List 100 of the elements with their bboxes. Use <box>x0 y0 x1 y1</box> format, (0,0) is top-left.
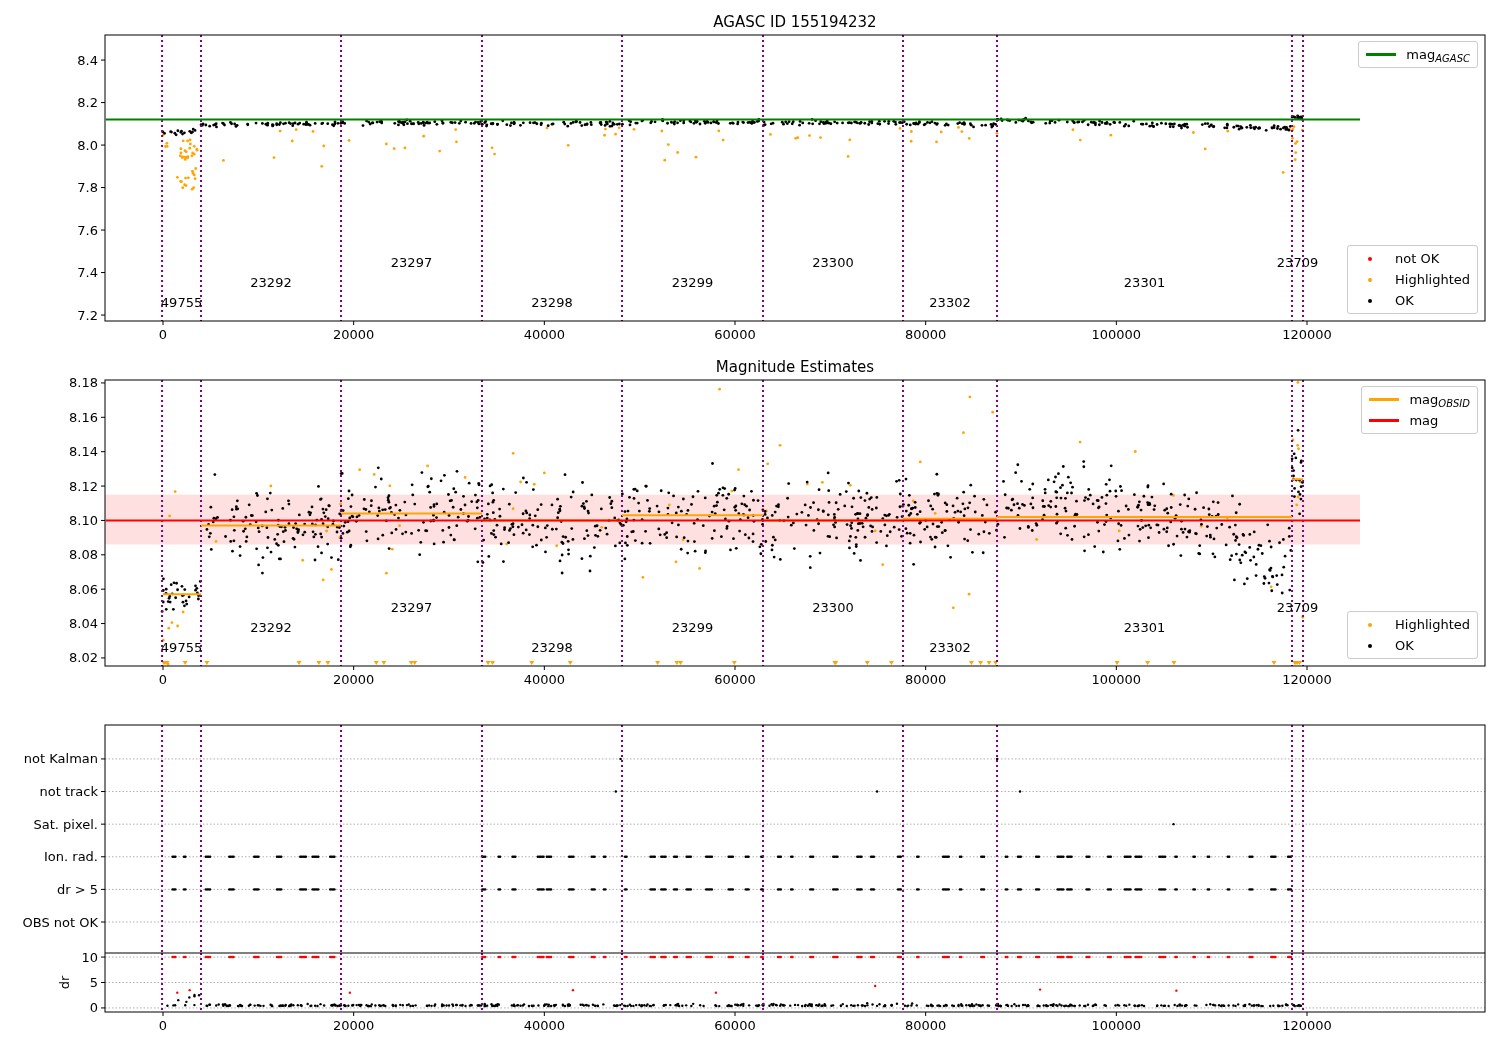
tick-mark <box>162 320 164 326</box>
tick-mark <box>1306 320 1308 326</box>
tick-mark <box>100 272 106 274</box>
obsid-label: 23298 <box>531 295 573 310</box>
x-tick-label: 40000 <box>523 327 565 342</box>
obsid-label: 23302 <box>929 295 971 310</box>
y-tick-label: dr > 5 <box>56 881 98 897</box>
tick-mark <box>100 102 106 104</box>
y-tick-label: 8.2 <box>77 95 98 111</box>
x-tick-label: 80000 <box>905 672 947 687</box>
x-tick-label: 60000 <box>714 327 756 342</box>
chart-title: Magnitude Estimates <box>715 358 875 376</box>
tick-mark <box>1115 320 1117 326</box>
tick-mark <box>162 1011 164 1017</box>
y-tick-label: not Kalman <box>23 751 98 767</box>
x-tick-label: 0 <box>158 672 168 687</box>
legend-label: not OK <box>1395 252 1440 265</box>
tick-mark <box>100 314 106 316</box>
tick-mark <box>353 1011 355 1017</box>
y-tick-label: 8.02 <box>69 650 98 666</box>
tick-mark <box>100 888 106 890</box>
x-tick-label: 120000 <box>1282 672 1332 687</box>
tick-mark <box>100 588 106 590</box>
y-tick-label: 7.8 <box>77 180 98 196</box>
tick-mark <box>100 623 106 625</box>
tick-mark <box>100 921 106 923</box>
tick-mark <box>543 1011 545 1017</box>
legend-label: OK <box>1395 294 1414 307</box>
tick-mark <box>543 665 545 671</box>
tick-mark <box>100 1007 106 1009</box>
x-tick-label: 20000 <box>333 672 375 687</box>
obsid-label: 23292 <box>250 620 292 635</box>
tick-mark <box>100 451 106 453</box>
x-tick-label: 0 <box>158 1018 168 1033</box>
y-tick-label: 8.18 <box>69 375 98 391</box>
y-axis-label: dr <box>57 975 72 990</box>
tick-mark <box>925 320 927 326</box>
tick-mark <box>100 823 106 825</box>
y-tick-label: 7.4 <box>77 265 98 281</box>
x-tick-label: 100000 <box>1091 327 1142 342</box>
legend-label: OK <box>1395 639 1414 652</box>
obsid-label: 23298 <box>531 640 573 655</box>
tick-mark <box>1115 665 1117 671</box>
legend-label: mag$_{AGASC}$ <box>1406 48 1470 61</box>
y-tick-label: 8.06 <box>69 581 98 597</box>
tick-mark <box>100 657 106 659</box>
y-tick-label: 7.6 <box>77 222 98 238</box>
x-tick-label: 60000 <box>714 672 756 687</box>
y-tick-label: 7.2 <box>77 307 98 323</box>
legend-label: mag$_{OBSID}$ <box>1409 393 1470 406</box>
legend-label: Highlighted <box>1395 618 1470 631</box>
tick-mark <box>353 320 355 326</box>
tick-mark <box>925 665 927 671</box>
x-tick-label: 120000 <box>1282 1018 1332 1033</box>
tick-mark <box>100 416 106 418</box>
y-tick-label: 0 <box>89 1000 98 1016</box>
tick-mark <box>734 665 736 671</box>
obsid-label: 23301 <box>1123 275 1166 290</box>
x-tick-label: 100000 <box>1091 1018 1142 1033</box>
y-tick-label: 8.4 <box>77 52 98 68</box>
tick-mark <box>100 485 106 487</box>
obsid-label: 23299 <box>671 620 714 635</box>
obsid-label: 23300 <box>812 255 854 270</box>
y-tick-label: 8.04 <box>69 616 98 632</box>
x-tick-label: 120000 <box>1282 327 1332 342</box>
y-tick-label: 8.10 <box>69 512 98 528</box>
x-tick-label: 40000 <box>523 672 565 687</box>
tick-mark <box>100 758 106 760</box>
obsid-label: 49755 <box>160 640 203 655</box>
y-tick-label: 8.08 <box>69 547 98 563</box>
chart-title: AGASC ID 155194232 <box>713 13 877 31</box>
y-tick-label: 8.16 <box>69 409 98 425</box>
tick-mark <box>162 665 164 671</box>
x-tick-label: 80000 <box>905 1018 947 1033</box>
tick-mark <box>1115 1011 1117 1017</box>
tick-mark <box>100 382 106 384</box>
y-tick-label: Sat. pixel. <box>33 816 98 832</box>
tick-mark <box>100 229 106 231</box>
x-tick-label: 20000 <box>333 1018 375 1033</box>
y-tick-label: 8.0 <box>77 137 98 153</box>
tick-mark <box>100 856 106 858</box>
tick-mark <box>925 1011 927 1017</box>
obsid-label: 23300 <box>812 600 854 615</box>
obsid-label: 23709 <box>1276 255 1319 270</box>
x-tick-label: 20000 <box>333 327 375 342</box>
tick-mark <box>100 982 106 983</box>
tick-mark <box>100 187 106 189</box>
tick-mark <box>353 665 355 671</box>
x-tick-label: 0 <box>158 327 168 342</box>
y-tick-label: 8.12 <box>69 478 98 494</box>
obsid-label: 49755 <box>160 295 203 310</box>
obsid-label: 23302 <box>929 640 971 655</box>
tick-mark <box>100 519 106 521</box>
y-tick-label: 5 <box>89 975 98 990</box>
y-tick-label: not track <box>39 784 98 800</box>
tick-mark <box>734 320 736 326</box>
obsid-label: 23301 <box>1123 620 1166 635</box>
tick-mark <box>100 554 106 556</box>
tick-mark <box>1306 1011 1308 1017</box>
tick-mark <box>543 320 545 326</box>
